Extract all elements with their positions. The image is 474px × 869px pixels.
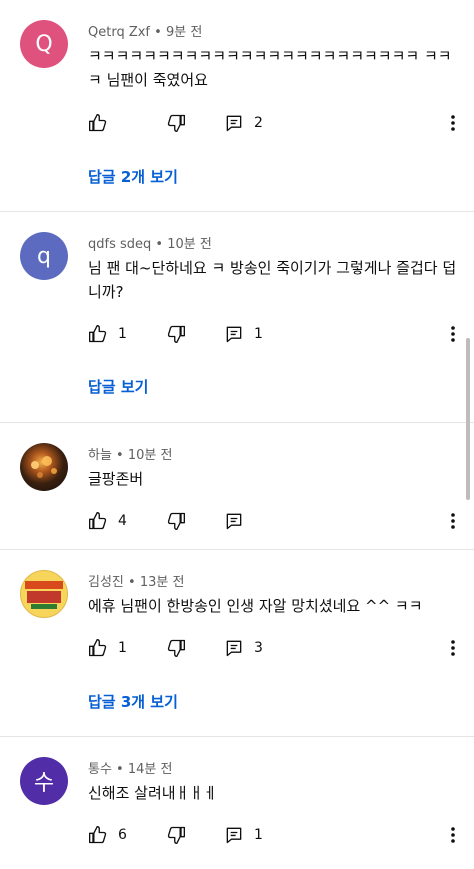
comment-icon [226, 326, 242, 343]
comment-meta: 김성진 • 13분 전 [88, 575, 185, 590]
reply-button[interactable] [224, 509, 254, 533]
like-button[interactable] [88, 111, 118, 135]
reply-button[interactable]: 3 [224, 636, 263, 660]
avatar-logo-icon [25, 581, 63, 609]
like-button[interactable]: 6 [88, 823, 127, 847]
like-button[interactable]: 4 [88, 509, 127, 533]
comment-time: 10분 전 [127, 448, 173, 463]
comment-author[interactable]: qdfs sdeq [88, 237, 151, 252]
comment-author[interactable]: Qetrq Zxf [88, 25, 150, 40]
comment-time: 14분 전 [127, 762, 173, 777]
more-options-button[interactable] [443, 509, 463, 533]
comment-author[interactable]: 통수 [88, 762, 112, 777]
comment-meta: 통수 • 14분 전 [88, 762, 173, 777]
more-vertical-icon [451, 513, 455, 529]
avatar[interactable]: q [20, 232, 68, 280]
thumbs-up-icon [89, 511, 107, 530]
dislike-button[interactable] [166, 111, 186, 135]
dislike-button[interactable] [166, 636, 186, 660]
like-count: 6 [118, 827, 127, 843]
comment-meta: Qetrq Zxf • 9분 전 [88, 25, 203, 40]
avatar-letter: q [37, 243, 51, 269]
avatar[interactable] [20, 570, 68, 618]
comment-actions: 1 3 [88, 636, 468, 660]
like-button[interactable]: 1 [88, 322, 127, 346]
comment-author[interactable]: 김성진 [88, 575, 124, 590]
reply-count: 2 [254, 115, 263, 131]
more-vertical-icon [451, 326, 455, 342]
more-options-button[interactable] [443, 636, 463, 660]
comment-item: 하늘 • 10분 전 글팡존버 4 [0, 423, 474, 549]
like-button[interactable]: 1 [88, 636, 127, 660]
reply-button[interactable]: 1 [224, 823, 263, 847]
more-options-button[interactable] [443, 322, 463, 346]
reply-button[interactable]: 1 [224, 322, 263, 346]
comment-meta: 하늘 • 10분 전 [88, 448, 173, 463]
view-replies-link[interactable]: 답글 2개 보기 [88, 166, 178, 187]
comment-actions: 1 1 [88, 322, 468, 346]
comment-time: 9분 전 [165, 25, 203, 40]
more-vertical-icon [451, 115, 455, 131]
dislike-button[interactable] [166, 322, 186, 346]
comment-icon [226, 827, 242, 844]
comment-time: 13분 전 [139, 575, 185, 590]
comment-text: ㅋㅋㅋㅋㅋㅋㅋㅋㅋㅋㅋㅋㅋㅋㅋㅋㅋㅋㅋㅋㅋㅋㅋㅋ ㅋㅋㅋ 님팬이 죽였어요 [88, 47, 452, 89]
comment-text: 님 팬 대~단하네요 ㅋ 방송인 죽이기가 그렇게나 즐겁다 덥니까? [88, 259, 457, 301]
comment-item: q qdfs sdeq • 10분 전 님 팬 대~단하네요 ㅋ 방송인 죽이기… [0, 212, 474, 422]
reply-count: 3 [254, 640, 263, 656]
more-vertical-icon [451, 640, 455, 656]
comment-item: 수 통수 • 14분 전 신해조 살려내ㅐㅐㅔ 6 1 [0, 737, 474, 869]
avatar-photo-icon [31, 456, 57, 478]
comment-author[interactable]: 하늘 [88, 448, 112, 463]
dislike-button[interactable] [166, 509, 186, 533]
reply-count: 1 [254, 326, 263, 342]
comment-actions: 4 [88, 509, 468, 533]
comment-actions: 2 [88, 111, 468, 135]
comment-meta: qdfs sdeq • 10분 전 [88, 237, 212, 252]
more-options-button[interactable] [443, 111, 463, 135]
thumbs-up-icon [89, 826, 107, 844]
comment-item: Q Qetrq Zxf • 9분 전 ㅋㅋㅋㅋㅋㅋㅋㅋㅋㅋㅋㅋㅋㅋㅋㅋㅋㅋㅋㅋㅋ… [0, 0, 474, 211]
like-count: 4 [118, 513, 127, 529]
avatar[interactable] [20, 443, 68, 491]
scrollbar[interactable] [466, 338, 470, 500]
avatar-letter: 수 [33, 771, 55, 796]
comment-icon [226, 513, 242, 530]
comment-icon [226, 115, 242, 132]
thumbs-up-icon [89, 114, 107, 132]
reply-count: 1 [254, 827, 263, 843]
like-count: 1 [118, 640, 127, 656]
thumbs-down-icon [167, 325, 185, 343]
comment-text: 글팡존버 [88, 470, 144, 488]
thumbs-down-icon [167, 512, 185, 530]
avatar[interactable]: Q [20, 20, 68, 68]
view-replies-link[interactable]: 답글 3개 보기 [88, 691, 178, 712]
view-replies-link[interactable]: 답글 보기 [88, 376, 148, 397]
thumbs-down-icon [167, 826, 185, 844]
like-count: 1 [118, 326, 127, 342]
avatar-letter: Q [35, 31, 53, 57]
thumbs-up-icon [89, 639, 107, 657]
reply-button[interactable]: 2 [224, 111, 263, 135]
comment-icon [226, 640, 242, 657]
comment-text: 에휴 님팬이 한방송인 인생 자알 망치셨네요 ^^ ㅋㅋ [88, 597, 423, 615]
comment-item: 김성진 • 13분 전 에휴 님팬이 한방송인 인생 자알 망치셨네요 ^^ ㅋ… [0, 550, 474, 736]
comment-actions: 6 1 [88, 823, 468, 847]
dislike-button[interactable] [166, 823, 186, 847]
comment-text: 신해조 살려내ㅐㅐㅔ [88, 784, 217, 802]
comment-time: 10분 전 [167, 237, 212, 252]
avatar[interactable]: 수 [20, 757, 68, 805]
more-options-button[interactable] [443, 823, 463, 847]
thumbs-up-icon [89, 325, 107, 343]
thumbs-down-icon [167, 639, 185, 657]
thumbs-down-icon [167, 114, 185, 132]
more-vertical-icon [451, 827, 455, 843]
